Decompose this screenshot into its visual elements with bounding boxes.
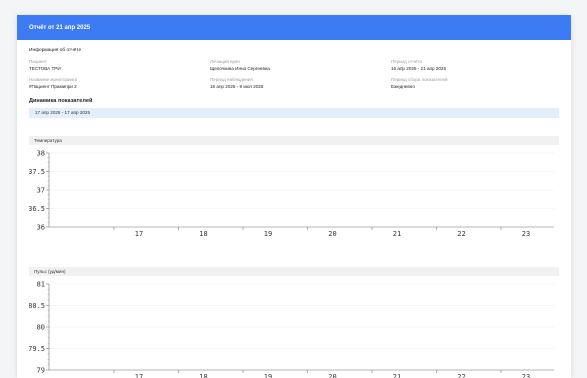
observation-field: Период наблюдения 16 апр 2025 - 9 июл 20… — [210, 77, 391, 90]
monitoring-value: #Пациент Прамипри 2 — [29, 84, 77, 89]
report-info-section: Информация об отчёте Пациент ТЕСТОВА ТРИ… — [17, 48, 571, 118]
x-tick-label: 21 — [393, 230, 401, 237]
temperature-chart: Температура 38 37.5 37 36.5 36 17 18 19 20 21 22 23 — [28, 136, 559, 242]
frequency-field: Период сбора показателей Ежедневно — [391, 77, 561, 90]
x-tick-label: 18 — [199, 230, 207, 237]
report-period-value: 16 апр 2025 - 21 апр 2025 — [391, 66, 447, 71]
monitoring-field: Название мониторинга #Пациент Прамипри 2 — [29, 77, 210, 90]
temperature-chart-title: Температура — [29, 136, 559, 145]
pulse-chart-title: Пульс (уд/мин) — [29, 267, 559, 276]
temperature-chart-plot: 38 37.5 37 36.5 36 17 18 19 20 21 22 23 — [28, 150, 554, 238]
y-tick-label: 37.5 — [29, 168, 45, 176]
x-tick-label: 18 — [199, 373, 207, 378]
report-page: Отчёт от 21 апр 2025 Информация об отчёт… — [17, 15, 571, 378]
x-tick-label: 19 — [264, 230, 272, 237]
pulse-chart-plot: 81 80.5 80 79.5 79 17 18 19 20 21 22 23 — [28, 281, 554, 378]
dynamics-period: 17 апр 2025 - 17 апр 2025 — [35, 110, 91, 115]
doctor-field: Лечащий врач Щепочкина Инна Сергеевна — [210, 59, 391, 72]
info-section-title: Информация об отчёте — [29, 48, 82, 53]
x-tick-label: 23 — [522, 373, 530, 378]
y-tick-label: 36.5 — [29, 205, 45, 213]
x-tick-label: 19 — [264, 373, 272, 378]
x-tick-label: 22 — [457, 230, 465, 237]
report-period-field: Период отчёта 16 апр 2025 - 21 апр 2025 — [391, 59, 561, 72]
report-header: Отчёт от 21 апр 2025 — [17, 15, 571, 40]
x-tick-label: 20 — [328, 230, 336, 237]
dynamics-period-bar: 17 апр 2025 - 17 апр 2025 — [29, 108, 559, 118]
x-tick-label: 17 — [135, 230, 143, 237]
x-tick-label: 17 — [135, 373, 143, 378]
y-tick-label: 80 — [37, 324, 45, 332]
observation-value: 16 апр 2025 - 9 июл 2025 — [210, 84, 264, 89]
x-tick-label: 22 — [457, 373, 465, 378]
y-tick-label: 37 — [37, 187, 45, 195]
doctor-value: Щепочкина Инна Сергеевна — [210, 66, 270, 71]
pulse-chart: Пульс (уд/мин) 81 80.5 80 79.5 79 17 18 19 20 21 2… — [28, 267, 559, 378]
patient-field: Пациент ТЕСТОВА ТРИ — [29, 59, 210, 72]
dynamics-title: Динамика показателей — [29, 98, 93, 104]
report-title: Отчёт от 21 апр 2025 — [29, 24, 91, 31]
x-tick-label: 21 — [393, 373, 401, 378]
y-tick-label: 79 — [37, 367, 45, 375]
y-tick-label: 80.5 — [29, 302, 45, 310]
x-tick-label: 20 — [328, 373, 336, 378]
y-tick-label: 79.5 — [29, 345, 45, 353]
x-tick-label: 23 — [522, 230, 530, 237]
frequency-value: Ежедневно — [391, 84, 415, 89]
y-tick-label: 38 — [37, 150, 45, 158]
info-grid: Пациент ТЕСТОВА ТРИ Лечащий врач Щепочки… — [29, 59, 559, 90]
y-tick-label: 81 — [37, 281, 45, 289]
y-tick-label: 36 — [37, 224, 45, 232]
patient-value: ТЕСТОВА ТРИ — [29, 66, 61, 71]
